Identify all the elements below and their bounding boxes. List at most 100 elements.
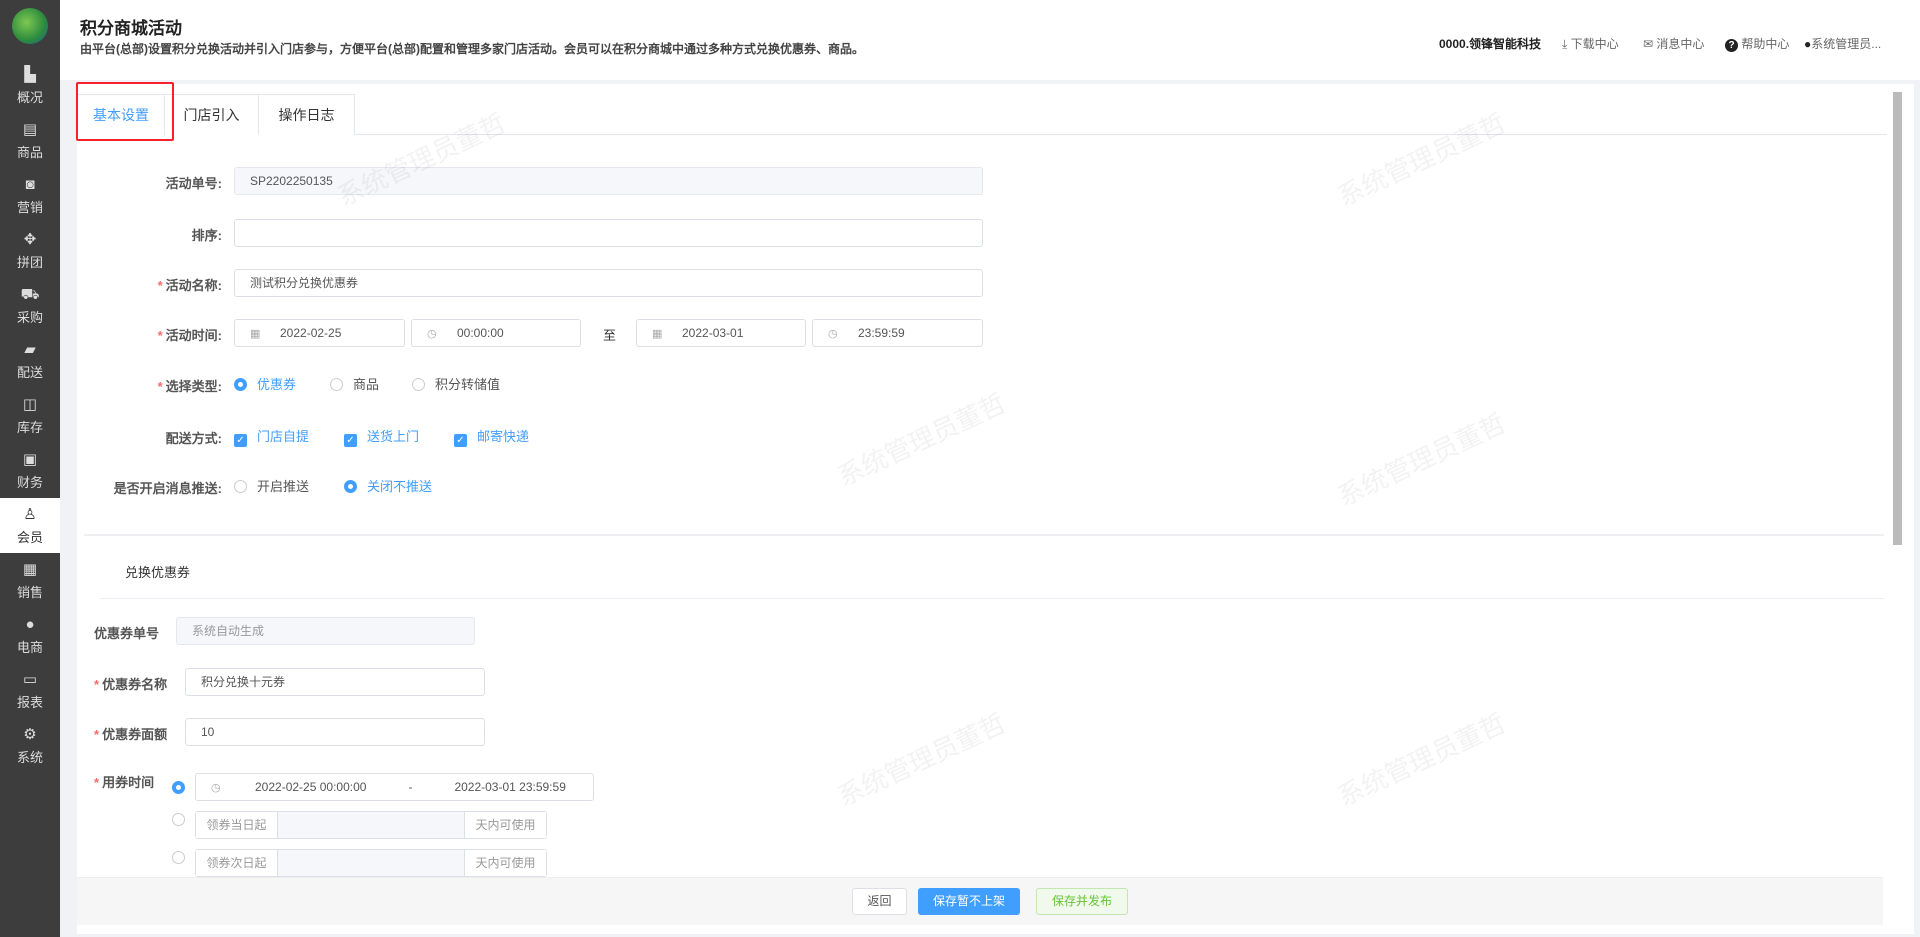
highlight-box — [76, 82, 174, 141]
content-panel — [77, 84, 1914, 934]
push-radio-off[interactable]: 关闭不推送 — [344, 476, 432, 495]
type-radio-product[interactable]: 商品 — [330, 374, 379, 393]
sidebar-item-marketing[interactable]: ◙ 营销 — [0, 168, 60, 223]
sidebar-item-truck[interactable]: ▰ 配送 — [0, 333, 60, 388]
range-separator: 至 — [603, 328, 617, 343]
help-icon: ? — [1725, 39, 1738, 52]
page-title: 积分商城活动 — [80, 19, 182, 38]
sidebar-item-label: 会员 — [16, 530, 43, 545]
box-icon: ◫ — [22, 396, 38, 413]
sidebar-item-label: 库存 — [16, 420, 43, 435]
sidebar-item-label: 概况 — [16, 90, 43, 105]
delivery-label: 配送方式: — [165, 431, 222, 446]
activity-time-label: * 活动时间: — [157, 328, 222, 343]
coupon-time-label: * 用券时间 — [94, 775, 155, 790]
sidebar-item-finance[interactable]: ▣ 财务 — [0, 443, 60, 498]
logo — [12, 8, 48, 44]
save-draft-button[interactable]: 保存暂不上架 — [918, 888, 1020, 915]
coupon-days-same-day-group: 领券当日起 天内可使用 — [195, 811, 547, 839]
sidebar-item-label: 商品 — [16, 145, 43, 160]
sidebar-item-label: 营销 — [16, 200, 43, 215]
mail-icon: ✉ — [1643, 37, 1657, 51]
coupon-days-next-day-group: 领券次日起 天内可使用 — [195, 849, 547, 877]
activity-name-label: * 活动名称: — [157, 278, 222, 293]
sidebar-item-label: 财务 — [16, 475, 43, 490]
sort-input[interactable] — [234, 219, 983, 247]
coupon-amount-label: * 优惠券面额 — [94, 727, 168, 742]
sidebar-item-person[interactable]: ● 电商 — [0, 608, 60, 663]
report-icon: ▭ — [22, 671, 38, 688]
sidebar-item-cashier[interactable]: ▦ 销售 — [0, 553, 60, 608]
sidebar-item-group[interactable]: ✥ 拼团 — [0, 223, 60, 278]
calendar-icon: ▦ — [250, 328, 261, 340]
tab-operation-log[interactable]: 操作日志 — [258, 94, 355, 135]
activity-name-input[interactable]: 测试积分兑换优惠券 — [234, 269, 983, 297]
coupon-time-radio-same-day[interactable] — [172, 812, 195, 827]
download-center-link[interactable]: ⤓ 下载中心 — [1562, 35, 1619, 52]
sidebar-item-building[interactable]: ▙ 概况 — [0, 58, 60, 113]
download-icon: ⤓ — [1562, 37, 1571, 51]
coupon-time-range-picker[interactable]: ◷ 2022-02-25 00:00:00-2022-03-01 23:59:59 — [195, 773, 594, 801]
clock-icon: ◷ — [427, 328, 437, 340]
back-button[interactable]: 返回 — [852, 888, 907, 915]
coupon-no-field: 系统自动生成 — [176, 617, 475, 645]
end-time-picker[interactable]: ◷ 23:59:59 — [812, 319, 983, 347]
activity-no-field: SP2202250135 — [234, 167, 983, 195]
sidebar-item-label: 拼团 — [16, 255, 43, 270]
sidebar-item-label: 采购 — [16, 310, 43, 325]
document-icon: ▤ — [22, 121, 38, 138]
sidebar-item-label: 销售 — [16, 585, 43, 600]
coupon-time-radio-next-day[interactable] — [172, 850, 195, 865]
coupon-name-input[interactable]: 积分兑换十元券 — [185, 668, 485, 696]
scrollbar[interactable] — [1893, 92, 1902, 545]
activity-no-label: 活动单号: — [165, 176, 222, 191]
delivery-checkbox-pickup[interactable]: ✓ 门店自提 — [234, 426, 309, 447]
user-icon: ♙ — [23, 506, 37, 523]
sidebar-item-report[interactable]: ▭ 报表 — [0, 663, 60, 718]
coupon-no-label: 优惠券单号 — [94, 626, 160, 641]
days-input[interactable] — [278, 850, 464, 876]
sidebar-item-box[interactable]: ◫ 库存 — [0, 388, 60, 443]
sidebar-item-gear[interactable]: ⚙ 系统 — [0, 718, 60, 773]
checkbox-checked-icon: ✓ — [234, 434, 247, 447]
sidebar-item-label: 报表 — [16, 695, 43, 710]
save-publish-button[interactable]: 保存并发布 — [1036, 888, 1128, 915]
coupon-amount-input[interactable]: 10 — [185, 718, 485, 746]
calendar-icon: ▦ — [652, 328, 663, 340]
sidebar-item-label: 电商 — [16, 640, 43, 655]
page-description: 由平台(总部)设置积分兑换活动并引入门店参与，方便平台(总部)配置和管理多家门店… — [80, 42, 864, 56]
start-date-picker[interactable]: ▦ 2022-02-25 — [234, 319, 405, 347]
sidebar-item-label: 配送 — [16, 365, 43, 380]
tab-bar: 基本设置 门店引入 操作日志 — [77, 94, 1887, 135]
message-center-link[interactable]: ✉ 消息中心 — [1643, 35, 1704, 52]
start-time-picker[interactable]: ◷ 00:00:00 — [411, 319, 581, 347]
company-name: 0000.领锋智能科技 — [1439, 37, 1542, 51]
coupon-time-radio-range[interactable] — [172, 780, 195, 795]
sidebar: ▙ 概况 ▤ 商品 ◙ 营销 ✥ 拼团 ⛟ 采购 ▰ 配送 ◫ 库存 ▣ 财务 ♙ 会员 ▦ 销售 ● 电商 ▭ 报表 ⚙ 系统 — [0, 0, 60, 937]
sidebar-item-cart[interactable]: ⛟ 采购 — [0, 278, 60, 333]
sidebar-item-document[interactable]: ▤ 商品 — [0, 113, 60, 168]
checkbox-checked-icon: ✓ — [344, 434, 357, 447]
gear-icon: ⚙ — [23, 726, 37, 743]
push-label: 是否开启消息推送: — [113, 481, 222, 496]
sidebar-item-user[interactable]: ♙ 会员 — [0, 498, 60, 553]
clock-icon: ◷ — [828, 328, 838, 340]
header: 积分商城活动 由平台(总部)设置积分兑换活动并引入门店参与，方便平台(总部)配置… — [60, 0, 1920, 80]
type-radio-points-to-balance[interactable]: 积分转储值 — [412, 374, 500, 393]
type-radio-coupon[interactable]: 优惠券 — [234, 374, 296, 393]
group-icon: ✥ — [23, 231, 37, 248]
type-label: * 选择类型: — [157, 379, 222, 394]
delivery-checkbox-home[interactable]: ✓ 送货上门 — [344, 426, 419, 447]
tab-store-import[interactable]: 门店引入 — [164, 94, 259, 135]
section-divider — [84, 534, 1884, 536]
days-input[interactable] — [278, 812, 464, 838]
section-title-divider — [100, 598, 1884, 599]
help-center-link[interactable]: ? 帮助中心 — [1725, 35, 1789, 52]
sidebar-item-label: 系统 — [16, 750, 43, 765]
user-menu[interactable]: ●系统管理员... — [1804, 35, 1881, 52]
delivery-checkbox-express[interactable]: ✓ 邮寄快递 — [454, 426, 529, 447]
end-date-picker[interactable]: ▦ 2022-03-01 — [636, 319, 806, 347]
push-radio-on[interactable]: 开启推送 — [234, 476, 309, 495]
finance-icon: ▣ — [22, 451, 38, 468]
building-icon: ▙ — [24, 66, 36, 83]
